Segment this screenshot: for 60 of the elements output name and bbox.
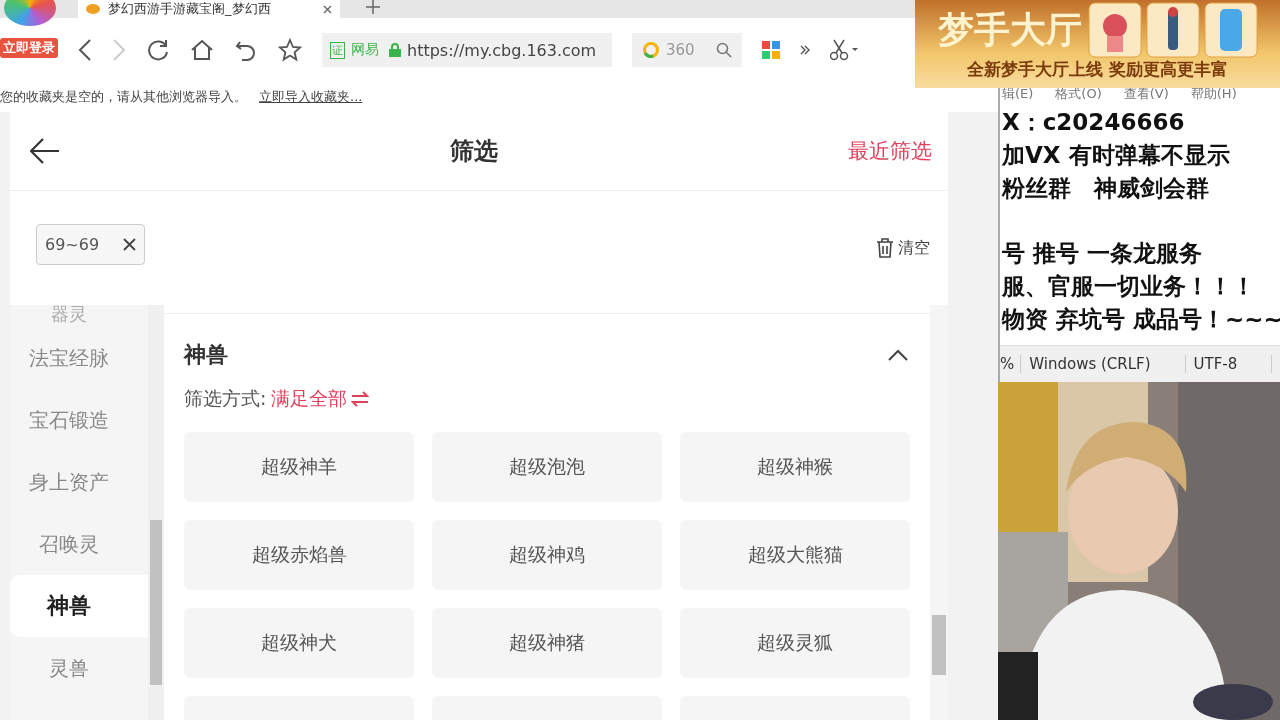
trash-icon xyxy=(876,238,894,258)
recent-filters-link[interactable]: 最近筛选 xyxy=(848,137,932,165)
category-item[interactable]: 神兽 xyxy=(10,575,149,637)
option-button[interactable]: 超级神犬 xyxy=(184,608,415,678)
menu-item[interactable]: 辑(E) xyxy=(1002,88,1034,100)
certificate-badge: 证 xyxy=(330,41,345,59)
text-line: 粉丝群 神威剑会群 xyxy=(1002,174,1210,203)
page-title: 筛选 xyxy=(450,136,498,167)
apps-icon[interactable] xyxy=(762,41,780,59)
text-line: 号 推号 一条龙服务 xyxy=(1002,239,1203,268)
ad-subtitle: 全新梦手大厅上线 奖励更高更丰富 xyxy=(967,58,1228,81)
menu-item[interactable]: 格式(O) xyxy=(1055,88,1102,100)
lock-icon xyxy=(389,43,401,57)
back-icon[interactable] xyxy=(78,39,92,61)
filter-chip[interactable]: 69~69 xyxy=(36,223,146,265)
section-title: 神兽 xyxy=(184,341,229,369)
login-badge[interactable]: 立即登录 xyxy=(0,38,58,58)
text-line: 物资 弃坑号 成品号！~~~ xyxy=(1002,305,1280,334)
scrollbar-thumb[interactable] xyxy=(932,615,946,675)
back-arrow-icon[interactable] xyxy=(30,138,60,164)
favicon-icon xyxy=(86,4,100,14)
option-button[interactable]: 超级大熊猫 xyxy=(680,520,911,590)
scissors-icon[interactable] xyxy=(830,39,858,61)
close-icon[interactable] xyxy=(323,4,332,14)
search-icon[interactable] xyxy=(716,42,732,58)
reload-icon[interactable] xyxy=(146,38,170,62)
ad-title: 梦手大厅 xyxy=(937,7,1082,52)
option-button[interactable]: 超级神猴 xyxy=(680,432,911,502)
filter-mode-label: 筛选方式: xyxy=(184,386,267,411)
star-icon[interactable] xyxy=(278,38,302,62)
clear-button[interactable]: 清空 xyxy=(876,237,930,259)
bookmarks-message: 您的收藏夹是空的，请从其他浏览器导入。 xyxy=(0,88,247,106)
text-line: X：c20246666 xyxy=(1002,108,1186,137)
browser-logo-icon xyxy=(4,0,56,26)
text-line: 加VX 有时弹幕不显示 xyxy=(1002,141,1231,170)
ad-banner[interactable]: 梦手大厅 全新梦手大厅上线 奖励更高更丰富 xyxy=(915,0,1280,88)
option-button[interactable]: 超级泡泡 xyxy=(432,432,663,502)
status-field: UTF-8 xyxy=(1185,355,1273,373)
scrollbar-thumb[interactable] xyxy=(150,520,163,685)
more-icon[interactable] xyxy=(800,45,810,55)
status-field: % xyxy=(1000,355,1022,373)
collapse-chevron-icon[interactable] xyxy=(888,349,909,361)
search-engine-icon xyxy=(642,41,660,59)
swap-icon[interactable] xyxy=(350,391,369,407)
option-button[interactable]: 超级神猪 xyxy=(432,608,663,678)
close-icon[interactable] xyxy=(123,237,137,251)
option-button[interactable]: 超级灵狐 xyxy=(680,608,911,678)
option-button[interactable]: 超级神羊 xyxy=(184,432,415,502)
text-line: 服、官服一切业务！！！ xyxy=(1002,272,1256,301)
import-bookmarks-link[interactable]: 立即导入收藏夹... xyxy=(259,88,363,106)
menu-item[interactable]: 帮助(H) xyxy=(1190,88,1237,100)
address-field[interactable]: 证 网易 https://my.cbg.163.com xyxy=(322,33,612,67)
filter-mode-toggle[interactable]: 满足全部 xyxy=(270,386,347,412)
browser-tab[interactable]: 梦幻西游手游藏宝阁_梦幻西 xyxy=(78,0,340,18)
option-button[interactable]: 超级赤焰兽 xyxy=(184,520,415,590)
new-tab-icon[interactable] xyxy=(366,0,380,14)
option-button[interactable]: 超级神鸡 xyxy=(432,520,663,590)
status-field: Windows (CRLF) xyxy=(1021,355,1186,373)
menu-item[interactable]: 查看(V) xyxy=(1123,88,1169,100)
home-icon[interactable] xyxy=(190,38,214,62)
